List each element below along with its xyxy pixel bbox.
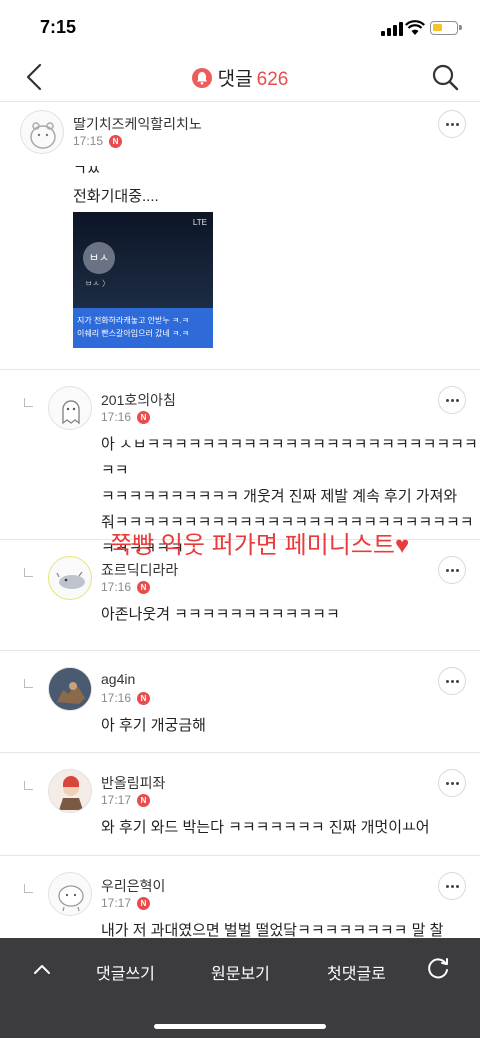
comment-body: 내가 저 과대였으면 벌벌 떨었닼ㅋㅋㅋㅋㅋㅋㅋㅋ 말 찰: [101, 918, 443, 938]
comment-time: 17:17: [101, 896, 132, 910]
comments-header: 댓글 626: [0, 52, 480, 102]
comment-line: ㅋㅋㅋㅋㅋㅋㅋㅋㅋㅋ 개웃겨 진짜 제발 계속 후기 가져와: [101, 488, 458, 505]
more-options-button[interactable]: [438, 556, 466, 584]
reply-arrow-icon: [24, 679, 33, 688]
comment-line: 아존나웃겨 ㅋㅋㅋㅋㅋㅋㅋㅋㅋㅋㅋㅋ: [101, 606, 340, 623]
comment-list: 딸기치즈케익할리치노 17:15 N ㄱㅆ 전화기대중.... LTE ㅂㅅ ㅂ…: [0, 102, 480, 938]
home-indicator[interactable]: [154, 1024, 326, 1029]
comment-line: ㄱㅆ: [73, 162, 101, 179]
comment-line: 내가 저 과대였으면 벌벌 떨었닼ㅋㅋㅋㅋㅋㅋㅋㅋ 말 찰: [101, 922, 444, 938]
reply-arrow-icon: [24, 398, 33, 407]
more-options-button[interactable]: [438, 769, 466, 797]
comment-meta: 17:16 N: [101, 691, 151, 705]
new-badge: N: [137, 793, 151, 807]
comment-meta: 17:16 N: [101, 580, 151, 594]
avatar[interactable]: [48, 556, 92, 600]
comment-author[interactable]: 반올림피좌: [101, 773, 165, 793]
comment-author[interactable]: 딸기치즈케익할리치노: [73, 114, 202, 134]
avatar[interactable]: [48, 872, 92, 916]
new-badge: N: [109, 134, 123, 148]
comment-author[interactable]: ag4in: [101, 671, 135, 687]
comment-time: 17:17: [101, 793, 132, 807]
reply-item: 우리은혁이 17:17 N 내가 저 과대였으면 벌벌 떨었닼ㅋㅋㅋㅋㅋㅋㅋㅋ …: [0, 856, 480, 938]
overlay-watermark-text: 쭉빵 익웃 퍼가면 페미니스트♥: [110, 532, 410, 559]
avatar[interactable]: [20, 110, 64, 154]
comment-line: 와 후기 와드 박는다 ㅋㅋㅋㅋㅋㅋㅋ 진짜 개멋이ㅛ어: [101, 819, 430, 836]
comment-time: 17:16: [101, 410, 132, 424]
page-title: 댓글 626: [0, 64, 480, 91]
new-badge: N: [137, 410, 151, 424]
cellular-signal-icon: [381, 22, 403, 36]
comment-meta: 17:16 N: [101, 410, 151, 424]
reply-item: 201호의아침 17:16 N 아 ㅅㅂㅋㅋㅋㅋㅋㅋㅋㅋㅋㅋㅋㅋㅋㅋㅋㅋㅋㅋㅋㅋ…: [0, 370, 480, 557]
comment-line: 아 ㅅㅂㅋㅋㅋㅋㅋㅋㅋㅋㅋㅋㅋㅋㅋㅋㅋㅋㅋㅋㅋㅋㅋㅋㅋㅋㅋㅋ: [101, 436, 478, 479]
more-options-button[interactable]: [438, 386, 466, 414]
comment-body: 와 후기 와드 박는다 ㅋㅋㅋㅋㅋㅋㅋ 진짜 개멋이ㅛ어: [101, 815, 430, 841]
comment-body: ㄱㅆ 전화기대중....: [73, 158, 159, 210]
comment-time: 17:16: [101, 580, 132, 594]
new-badge: N: [137, 691, 151, 705]
reply-item: ag4in 17:16 N 아 후기 개궁금해: [0, 651, 480, 753]
scroll-up-button[interactable]: [32, 960, 52, 980]
refresh-button[interactable]: [425, 956, 451, 982]
new-badge: N: [137, 580, 151, 594]
reply-arrow-icon: [24, 568, 33, 577]
comment-author[interactable]: 우리은혁이: [101, 876, 165, 896]
comment-line: 전화기대중....: [73, 188, 159, 205]
comment-author[interactable]: 201호의아침: [101, 390, 176, 410]
comment-count: 626: [256, 69, 289, 90]
reply-item: 반올림피좌 17:17 N 와 후기 와드 박는다 ㅋㅋㅋㅋㅋㅋㅋ 진짜 개멋이…: [0, 753, 480, 856]
status-time: 7:15: [40, 17, 77, 37]
first-comment-button[interactable]: 첫댓글로: [327, 960, 386, 984]
comment-line: 아 후기 개궁금해: [101, 717, 206, 734]
bell-icon: [191, 68, 212, 88]
comment-meta: 17:17 N: [101, 793, 151, 807]
more-options-button[interactable]: [438, 872, 466, 900]
lte-signal-text: LTE: [192, 218, 207, 227]
more-options-button[interactable]: [438, 110, 466, 138]
message-line: 이쉐리 빤스갈아입으러 갔네 ㅋ.ㅋ: [77, 329, 189, 338]
write-comment-button[interactable]: 댓글쓰기: [96, 960, 155, 984]
comment-time: 17:15: [73, 134, 104, 148]
avatar[interactable]: [48, 769, 92, 813]
comment-time: 17:16: [101, 691, 132, 705]
attached-image[interactable]: LTE ㅂㅅ ㅂㅅ 〉 지가 전화하라캐놓고 안받누 ㅋ.ㅋ 이쉐리 빤스갈아입…: [73, 212, 213, 348]
bottom-toolbar: 댓글쓰기 원문보기 첫댓글로: [0, 938, 480, 1038]
wifi-icon: [405, 20, 425, 35]
message-line: 지가 전화하라캐놓고 안받누 ㅋ.ㅋ: [77, 316, 189, 325]
reply-arrow-icon: [24, 884, 33, 893]
new-badge: N: [137, 896, 151, 910]
more-options-button[interactable]: [438, 667, 466, 695]
search-button[interactable]: [430, 62, 460, 92]
comment-item: 딸기치즈케익할리치노 17:15 N ㄱㅆ 전화기대중.... LTE ㅂㅅ ㅂ…: [0, 102, 480, 370]
comment-body: 아 후기 개궁금해: [101, 713, 206, 739]
battery-icon: [430, 21, 462, 35]
comment-body: 아존나웃겨 ㅋㅋㅋㅋㅋㅋㅋㅋㅋㅋㅋㅋ: [101, 602, 340, 628]
comment-meta: 17:15 N: [73, 134, 123, 148]
comment-meta: 17:17 N: [101, 896, 151, 910]
title-label: 댓글: [217, 69, 253, 90]
contact-avatar: ㅂㅅ: [83, 242, 115, 274]
status-bar: 7:15: [0, 0, 480, 52]
view-original-button[interactable]: 원문보기: [211, 960, 270, 984]
avatar[interactable]: [48, 386, 92, 430]
contact-sub: ㅂㅅ 〉: [85, 279, 110, 288]
avatar[interactable]: [48, 667, 92, 711]
reply-arrow-icon: [24, 781, 33, 790]
message-bubble: 지가 전화하라캐놓고 안받누 ㅋ.ㅋ 이쉐리 빤스갈아입으러 갔네 ㅋ.ㅋ: [73, 308, 213, 348]
comment-author[interactable]: 죠르딕디라라: [101, 560, 178, 580]
